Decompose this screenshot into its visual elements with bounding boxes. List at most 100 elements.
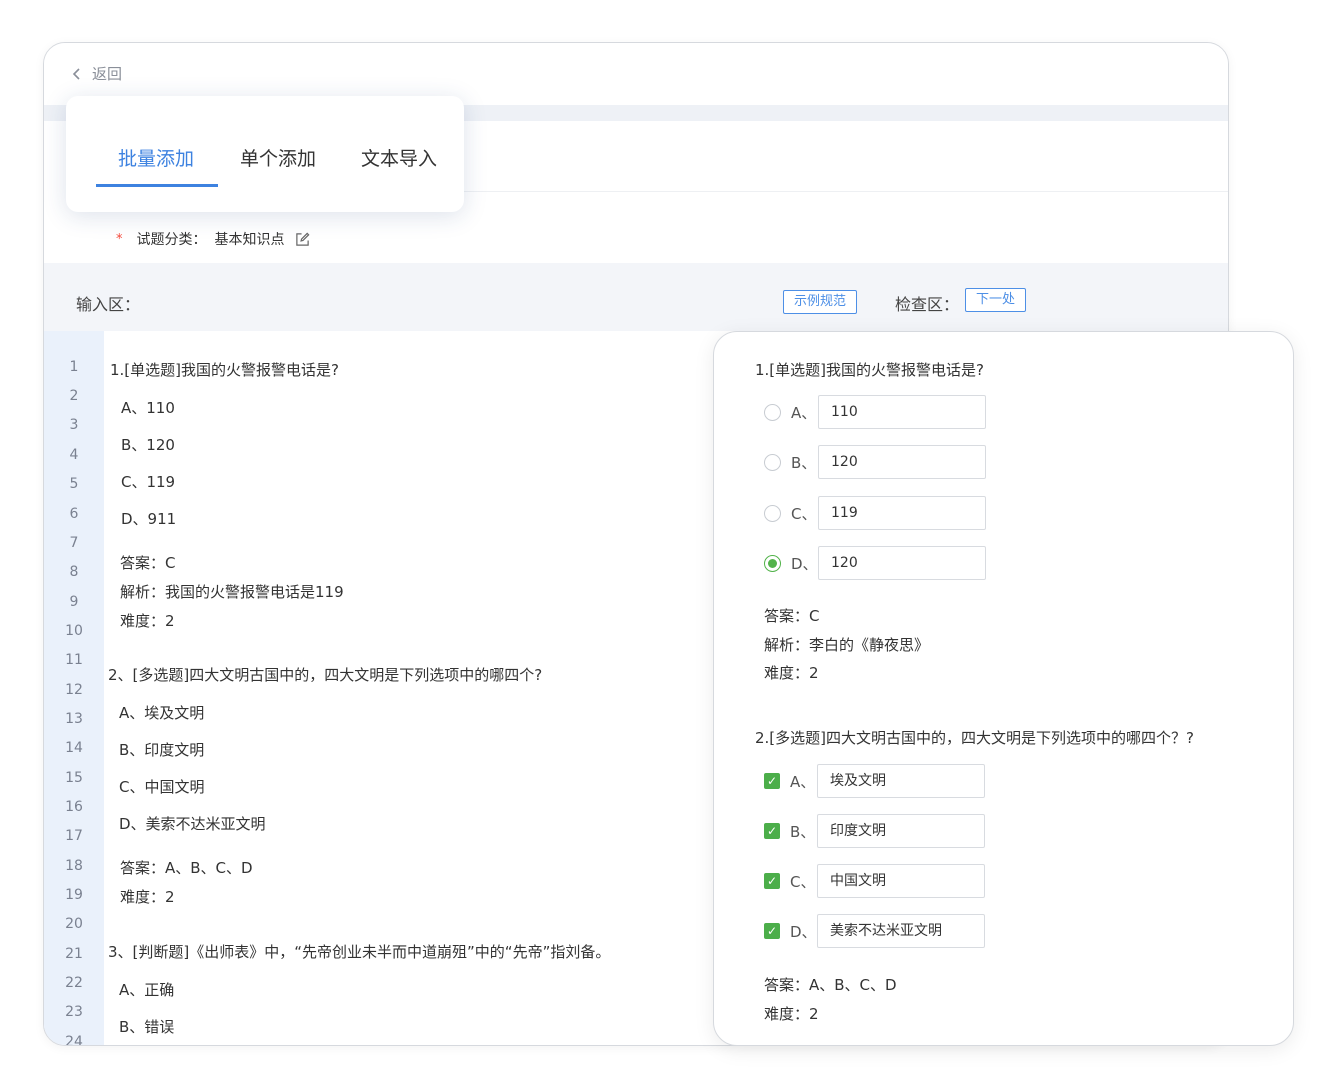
line-number: 4 xyxy=(69,447,79,463)
back-label: 返回 xyxy=(92,65,123,83)
line-number: 16 xyxy=(65,799,83,815)
editor-line: B、错误 xyxy=(119,1018,175,1036)
line-number: 20 xyxy=(65,916,83,932)
line-number: 17 xyxy=(65,828,83,844)
option-letter: C、 xyxy=(791,504,817,523)
line-number: 10 xyxy=(65,623,83,639)
line-number: 8 xyxy=(69,564,79,580)
editor-line: 答案：C xyxy=(120,554,176,572)
option-row: ✓ A、 埃及文明 xyxy=(764,764,985,798)
line-number: 12 xyxy=(65,682,83,698)
editor-line: A、110 xyxy=(121,399,175,417)
editor-line: B、120 xyxy=(121,436,175,454)
analysis-text: 解析：李白的《静夜思》 xyxy=(764,636,930,654)
question-title: 2.[多选题]四大文明古国中的，四大文明是下列选项中的哪四个？? xyxy=(755,729,1194,747)
line-number: 13 xyxy=(65,711,83,727)
line-number: 15 xyxy=(65,770,83,786)
editor-line: D、911 xyxy=(121,510,177,528)
check-panel: 1.[单选题]我国的火警报警电话是? A、 110 B、 120 C、 119 … xyxy=(713,331,1294,1046)
active-tab-indicator xyxy=(96,184,218,187)
edit-icon[interactable] xyxy=(295,232,310,247)
radio-button[interactable] xyxy=(764,504,781,522)
radio-button[interactable] xyxy=(764,403,781,421)
editor-line: A、正确 xyxy=(119,981,175,999)
option-row: ✓ D、 美索不达米亚文明 xyxy=(764,914,985,948)
option-input[interactable]: 印度文明 xyxy=(817,814,985,848)
radio-button[interactable] xyxy=(764,453,781,471)
difficulty-text: 难度：2 xyxy=(764,664,819,682)
check-area-label: 检查区： xyxy=(895,295,960,314)
line-number: 21 xyxy=(65,946,83,962)
difficulty-text: 难度：2 xyxy=(764,1005,819,1023)
option-letter: D、 xyxy=(790,922,817,941)
answer-text: 答案：C xyxy=(764,607,820,625)
checkbox-checked[interactable]: ✓ xyxy=(764,773,780,789)
tab-divider xyxy=(464,191,1228,192)
line-number: 11 xyxy=(65,652,83,668)
option-input[interactable]: 110 xyxy=(818,395,986,429)
editor-line: C、119 xyxy=(121,473,176,491)
option-letter: A、 xyxy=(791,403,817,422)
editor-line: 3、[判断题]《出师表》中，“先帝创业未半而中道崩殂”中的“先帝”指刘备。 xyxy=(108,943,611,961)
line-number: 1 xyxy=(69,359,79,375)
editor-line: C、中国文明 xyxy=(119,778,205,796)
option-input[interactable]: 120 xyxy=(818,445,986,479)
required-mark: * xyxy=(116,231,123,247)
line-number: 23 xyxy=(65,1004,83,1020)
back-button[interactable]: 返回 xyxy=(70,63,122,84)
line-number: 18 xyxy=(65,858,83,874)
line-number: 5 xyxy=(69,476,79,492)
tab-batch-add[interactable]: 批量添加 xyxy=(118,144,194,171)
chevron-left-icon xyxy=(72,67,80,80)
line-number: 22 xyxy=(65,975,83,991)
category-row: * 试题分类： 基本知识点 xyxy=(116,229,310,249)
line-number: 3 xyxy=(69,417,79,433)
option-row: A、 110 xyxy=(764,395,986,429)
editor-line: 难度：2 xyxy=(120,612,175,630)
editor-line: B、印度文明 xyxy=(119,741,205,759)
option-row: B、 120 xyxy=(764,445,986,479)
tab-single-add[interactable]: 单个添加 xyxy=(240,144,316,171)
line-number-gutter: 1 2 3 4 5 6 7 8 9 10 11 12 13 14 15 16 1… xyxy=(44,331,104,1046)
line-number: 9 xyxy=(69,594,79,610)
option-input[interactable]: 中国文明 xyxy=(817,864,985,898)
section-header: 输入区： 示例规范 检查区： 下一处 xyxy=(44,263,1228,331)
option-row: ✓ C、 中国文明 xyxy=(764,864,985,898)
line-number: 6 xyxy=(69,506,79,522)
line-number: 2 xyxy=(69,388,79,404)
editor-line: 2、[多选题]四大文明古国中的，四大文明是下列选项中的哪四个? xyxy=(108,666,543,684)
option-letter: A、 xyxy=(790,772,816,791)
option-row: C、 119 xyxy=(764,496,986,530)
question-title: 1.[单选题]我国的火警报警电话是? xyxy=(755,361,984,379)
radio-button-selected[interactable] xyxy=(764,554,781,572)
example-spec-button[interactable]: 示例规范 xyxy=(783,290,858,314)
tab-text-import[interactable]: 文本导入 xyxy=(361,144,437,171)
option-input[interactable]: 埃及文明 xyxy=(817,764,985,798)
checkbox-checked[interactable]: ✓ xyxy=(764,873,780,889)
option-letter: B、 xyxy=(791,453,817,472)
input-area-label: 输入区： xyxy=(76,295,141,314)
line-number: 24 xyxy=(65,1034,83,1046)
next-issue-button[interactable]: 下一处 xyxy=(965,288,1027,312)
answer-text: 答案：A、B、C、D xyxy=(764,976,897,994)
line-number: 19 xyxy=(65,887,83,903)
line-number: 7 xyxy=(69,535,79,551)
option-letter: B、 xyxy=(790,822,816,841)
editor-line: A、埃及文明 xyxy=(119,704,205,722)
option-row: D、 120 xyxy=(764,546,986,580)
editor-line: D、美索不达米亚文明 xyxy=(119,815,266,833)
category-label: 试题分类： xyxy=(136,232,207,248)
option-input[interactable]: 120 xyxy=(818,546,986,580)
option-input[interactable]: 119 xyxy=(818,496,986,530)
option-letter: C、 xyxy=(790,872,816,891)
option-input[interactable]: 美索不达米亚文明 xyxy=(817,914,985,948)
option-letter: D、 xyxy=(791,554,818,573)
editor-line: 1.[单选题]我国的火警报警电话是? xyxy=(110,361,339,379)
checkbox-checked[interactable]: ✓ xyxy=(764,923,780,939)
editor-line: 解析：我国的火警报警电话是119 xyxy=(120,583,344,601)
editor-line: 难度：2 xyxy=(120,888,175,906)
category-value: 基本知识点 xyxy=(214,232,285,248)
add-mode-tabs: 批量添加 单个添加 文本导入 xyxy=(66,96,464,212)
checkbox-checked[interactable]: ✓ xyxy=(764,823,780,839)
line-number: 14 xyxy=(65,740,83,756)
